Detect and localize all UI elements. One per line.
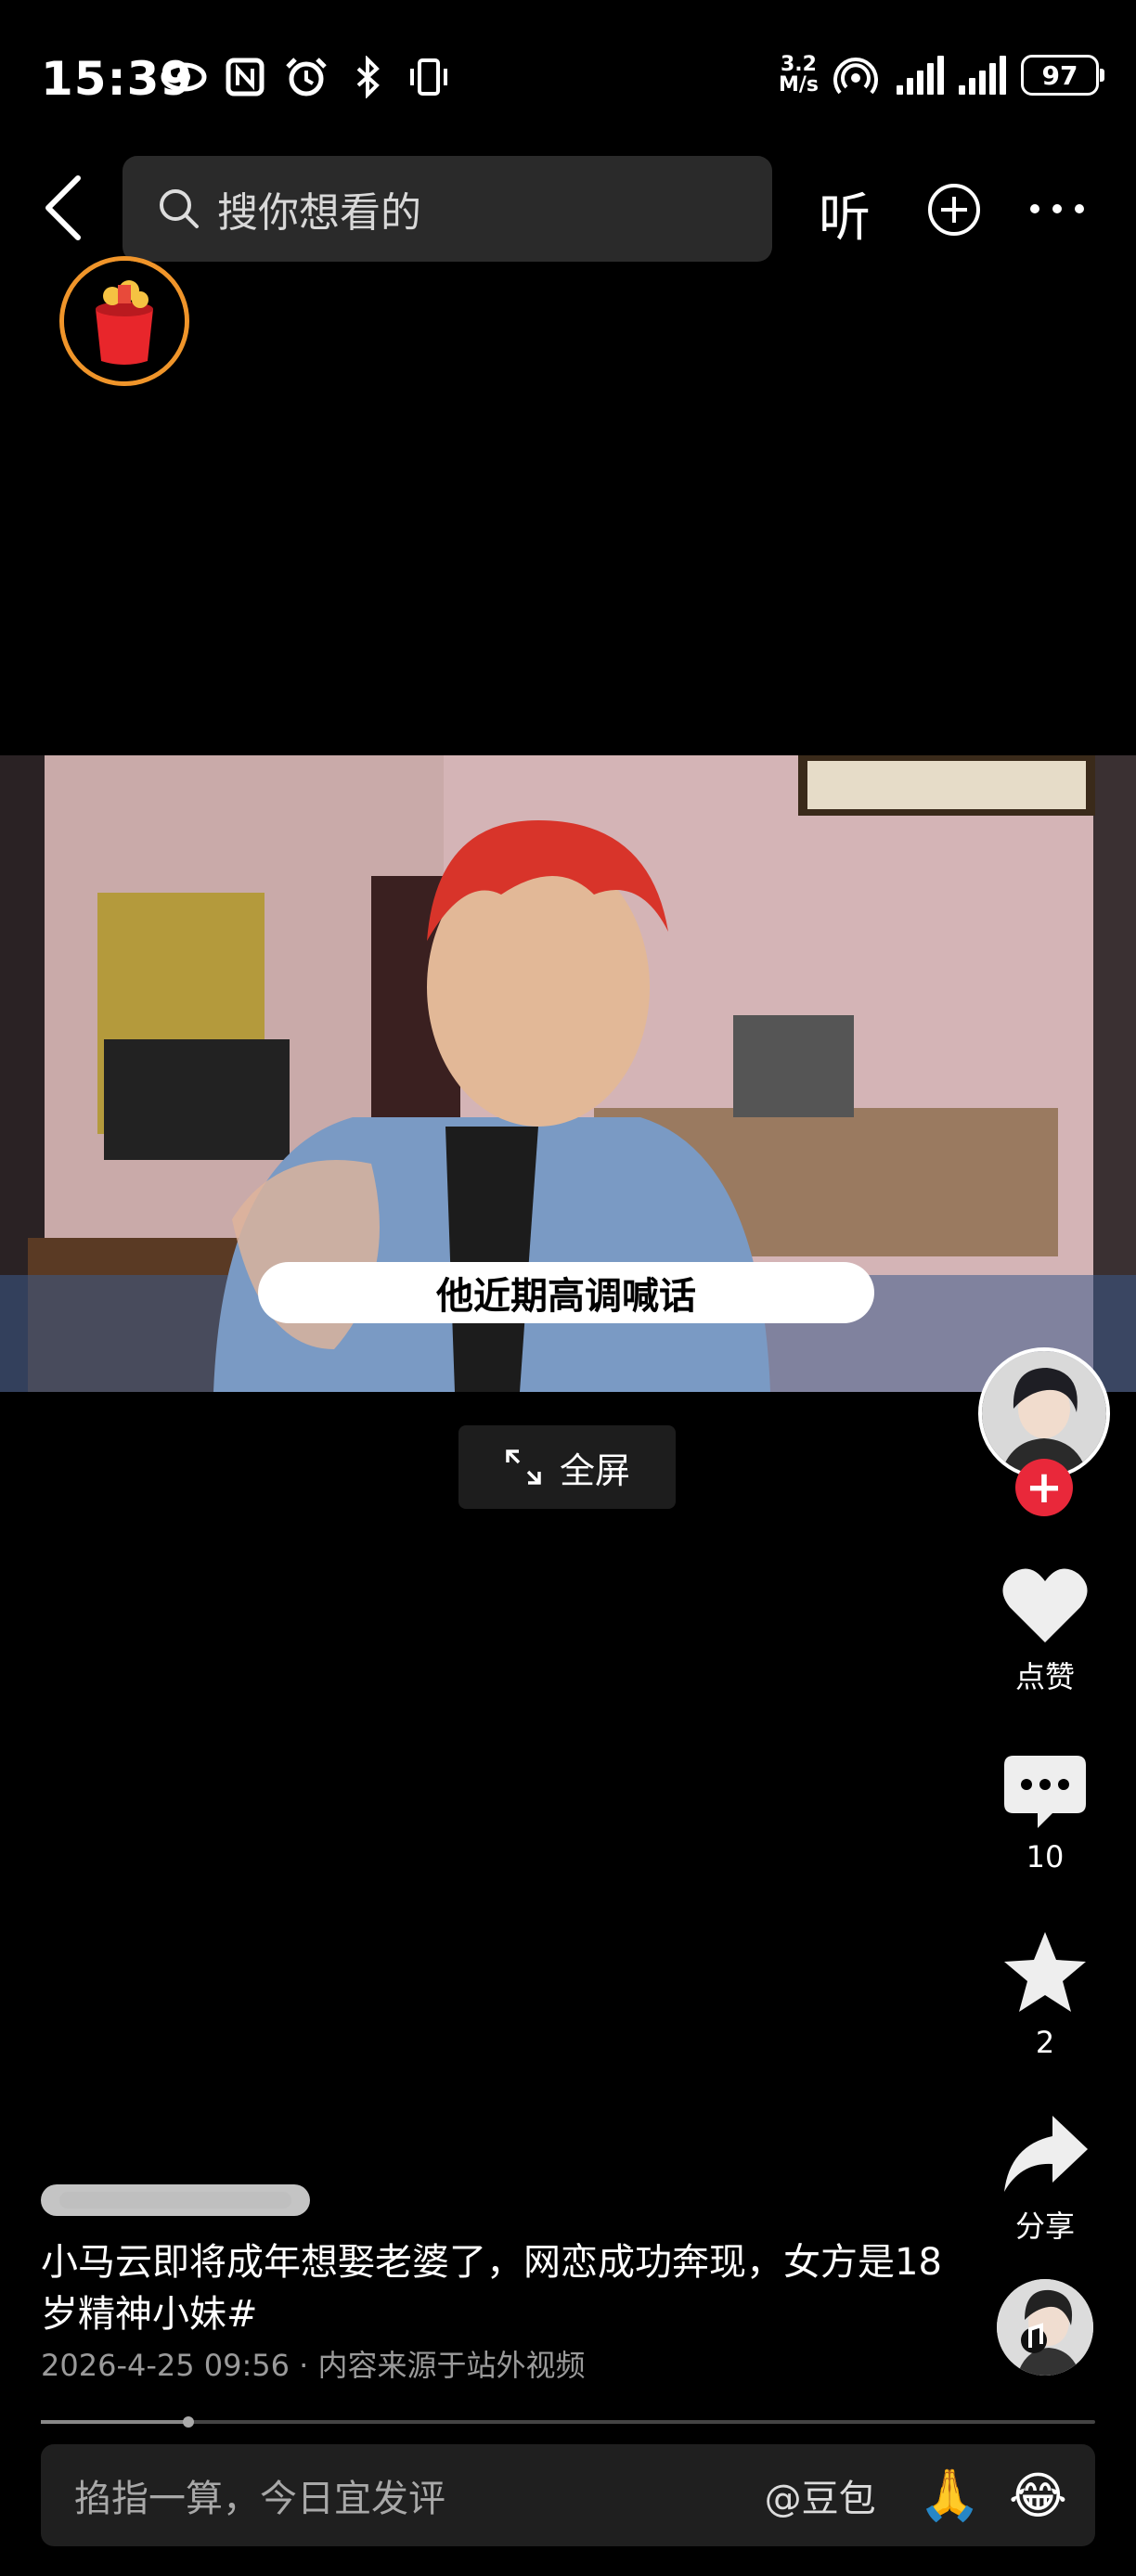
- comment-count: 10: [1026, 1839, 1065, 1874]
- share-button[interactable]: 分享: [993, 2112, 1097, 2246]
- listen-button[interactable]: 听: [819, 176, 871, 251]
- net-speed-value: 3.2: [780, 53, 817, 76]
- status-icons-left: [160, 56, 453, 98]
- signal-icon: [897, 56, 944, 95]
- battery-icon: 97: [1021, 55, 1104, 96]
- video-progress-bar[interactable]: [41, 2416, 1095, 2428]
- search-placeholder: 搜你想看的: [217, 189, 421, 237]
- net-speed: 3.2 M/s: [779, 55, 819, 96]
- add-circle-icon[interactable]: [926, 182, 982, 238]
- favorite-button[interactable]: 2: [993, 1928, 1097, 2060]
- vibrate-icon: [410, 58, 447, 96]
- comment-placeholder: 掐指一算，今日宜发评: [74, 2478, 445, 2520]
- signal-icon: [959, 56, 1006, 95]
- star-icon: [1004, 1932, 1086, 2012]
- like-button[interactable]: 点赞: [993, 1563, 1097, 1696]
- pray-emoji-button[interactable]: 🙏: [919, 2466, 981, 2525]
- search-icon: [160, 189, 199, 228]
- status-bar: 15:39 3.2 M/s 97: [0, 0, 1136, 130]
- more-options-icon[interactable]: [1030, 204, 1084, 213]
- nfc-icon: [226, 58, 265, 97]
- mention-doubao-button[interactable]: @豆包: [765, 2468, 876, 2522]
- music-disc[interactable]: [997, 2279, 1093, 2376]
- search-input[interactable]: 搜你想看的: [123, 156, 772, 262]
- follow-button[interactable]: +: [1015, 1459, 1073, 1516]
- video-subtitle: 他近期高调喊话: [258, 1262, 874, 1323]
- expand-icon: [506, 1449, 541, 1485]
- eye-icon: [161, 62, 207, 92]
- hotspot-icon: [833, 58, 878, 95]
- comment-button[interactable]: 10: [993, 1752, 1097, 1874]
- comment-bubble-icon: [1004, 1756, 1086, 1828]
- post-description[interactable]: 小马云即将成年想娶老婆了，网恋成功奔现，女方是18岁精神小妹#: [41, 2236, 950, 2340]
- share-label: 分享: [1014, 2209, 1075, 2244]
- comment-input[interactable]: 掐指一算，今日宜发评 @豆包 🙏 😂: [41, 2444, 1095, 2546]
- progress-fill: [41, 2420, 189, 2424]
- like-label: 点赞: [1014, 1659, 1075, 1694]
- fullscreen-button[interactable]: 全屏: [458, 1425, 676, 1509]
- heart-icon: [1002, 1568, 1088, 1642]
- favorite-count: 2: [1035, 2025, 1055, 2060]
- bluetooth-icon: [356, 56, 380, 98]
- back-arrow-icon[interactable]: [37, 173, 93, 243]
- fullscreen-label: 全屏: [559, 1449, 630, 1491]
- author-name-blurred[interactable]: [41, 2179, 310, 2222]
- alarm-icon: [286, 58, 327, 97]
- red-envelope-bucket-icon[interactable]: [59, 256, 189, 386]
- net-speed-unit: M/s: [778, 73, 819, 97]
- status-icons-right: 3.2 M/s 97: [779, 54, 1104, 97]
- laugh-emoji-button[interactable]: 😂: [1009, 2467, 1067, 2525]
- post-meta: 2026-4-25 09:56 · 内容来源于站外视频: [41, 2348, 586, 2383]
- progress-handle[interactable]: [183, 2416, 195, 2428]
- share-arrow-icon: [1004, 2116, 1088, 2192]
